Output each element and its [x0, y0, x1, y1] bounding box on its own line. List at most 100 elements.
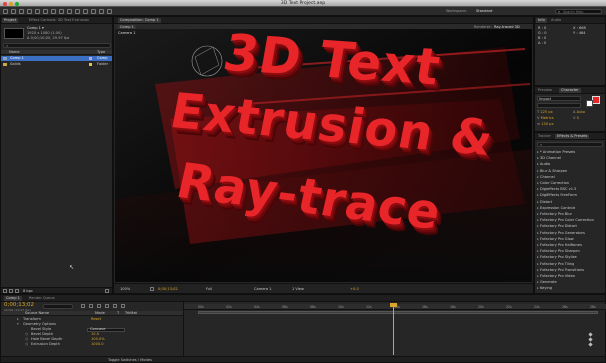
col-mode[interactable]: Mode	[95, 311, 105, 316]
font-size-value[interactable]: T 225 px	[537, 110, 553, 115]
effects-category-item[interactable]: ▸ Fxfactory Pro Color Correction	[537, 217, 594, 223]
effects-category-item[interactable]: ▸ Color Correction	[537, 180, 569, 186]
effects-category-item[interactable]: ▸ Expression Controls	[537, 205, 575, 211]
col-trkmat[interactable]: TrkMat	[125, 311, 137, 316]
tab-composition[interactable]: Composition: Comp 1	[118, 18, 161, 23]
zoom-tool-icon[interactable]	[19, 8, 24, 14]
rotate-tool-icon[interactable]	[27, 8, 32, 14]
new-folder-icon[interactable]	[9, 289, 13, 293]
pan-behind-tool-icon[interactable]	[43, 8, 48, 14]
motion-blur-icon[interactable]	[113, 304, 117, 308]
keyframe-marker[interactable]	[588, 332, 593, 337]
property-row[interactable]: ◷ Extrusion Depth 1000.0	[1, 342, 183, 347]
resolution-select[interactable]: Full	[206, 287, 212, 292]
effects-category-item[interactable]: ▸ Fxfactory Pro Video	[537, 273, 575, 279]
bit-depth-button[interactable]: 8 bpc	[23, 289, 33, 294]
new-comp-icon[interactable]	[15, 289, 19, 293]
active-camera-select[interactable]: Camera 1	[254, 287, 272, 292]
comp-flowchart-icon[interactable]	[81, 304, 85, 308]
tab-effects-presets[interactable]: Effects & Presets	[555, 134, 590, 139]
effects-category-item[interactable]: ▸ Fxfactory Pro Transitions	[537, 267, 584, 273]
keyframe-marker[interactable]	[588, 337, 593, 342]
shy-icon[interactable]	[97, 304, 101, 308]
fill-color-swatch[interactable]	[592, 96, 600, 104]
search-help-field[interactable]: ⌕ Search Help	[555, 8, 602, 14]
effects-category-item[interactable]: ▸ Blur & Sharpen	[537, 168, 567, 174]
font-style-select[interactable]	[537, 103, 581, 108]
kerning-value[interactable]: V Metrics	[537, 116, 554, 121]
roto-tool-icon[interactable]	[99, 8, 104, 14]
current-time-indicator[interactable]	[393, 303, 394, 355]
effects-category-item[interactable]: ▸ Fxfactory Pro Distort	[537, 223, 577, 229]
mask-tool-icon[interactable]	[51, 8, 56, 14]
trash-icon[interactable]	[105, 289, 109, 293]
search-icon: ⌕	[558, 9, 561, 14]
font-family-select[interactable]: Impact	[537, 96, 581, 101]
keyframe-marker[interactable]	[588, 342, 593, 347]
brush-tool-icon[interactable]	[75, 8, 80, 14]
puppet-tool-icon[interactable]	[107, 8, 112, 14]
pen-tool-icon[interactable]	[59, 8, 64, 14]
type-tool-icon[interactable]	[67, 8, 72, 14]
tab-audio[interactable]: Audio	[549, 18, 563, 23]
tab-tracker[interactable]: Tracker	[536, 134, 553, 139]
stopwatch-icon[interactable]: ◷	[25, 342, 28, 347]
effects-category-item[interactable]: ▸ Fxfactory Pro Halftones	[537, 242, 582, 248]
leading-value[interactable]: A Auto	[573, 110, 585, 115]
interpret-footage-icon[interactable]	[3, 289, 7, 293]
project-item-row[interactable]: Comp 1 Comp	[1, 56, 112, 61]
camera-tool-icon[interactable]	[35, 8, 40, 14]
eraser-tool-icon[interactable]	[91, 8, 96, 14]
stroke-width-value[interactable]: ≡ 150 px	[537, 122, 554, 127]
col-type[interactable]: Type	[97, 50, 105, 55]
effects-category-item[interactable]: ▸ Fxfactory Pro Glow	[537, 236, 574, 242]
exposure-value[interactable]: +0.0	[350, 287, 359, 292]
effects-category-item[interactable]: ▸ Channel	[537, 174, 555, 180]
col-source-name[interactable]: Source Name	[25, 311, 49, 316]
current-time-display[interactable]: 0;00;13;02	[158, 287, 178, 292]
camera-icon[interactable]	[150, 287, 154, 291]
project-search-input[interactable]: ⌕	[3, 43, 111, 48]
effects-category-item[interactable]: ▸ Fxfactory Pro Stylize	[537, 254, 577, 260]
selection-tool-icon[interactable]	[3, 8, 8, 14]
composition-viewer[interactable]: Camera 1 3D Text Extrusion & Ray-trace	[115, 29, 532, 282]
toggle-switches-modes-button[interactable]: Toggle Switches / Modes	[108, 358, 152, 363]
clone-tool-icon[interactable]	[83, 8, 88, 14]
workspace-select[interactable]: Standard	[476, 9, 492, 13]
tracking-value[interactable]: V 0	[573, 116, 579, 121]
col-t[interactable]: T	[117, 311, 119, 316]
effects-category-item[interactable]: ▸ Fxfactory Pro Tiling	[537, 261, 574, 267]
view-layout-select[interactable]: 1 View	[292, 287, 304, 292]
effects-category-item[interactable]: ▸ Keying	[537, 285, 552, 291]
effects-category-item[interactable]: ▸ Fxfactory Pro Sharpen	[537, 248, 580, 254]
tab-comp-timeline[interactable]: Comp 1	[4, 296, 22, 301]
effects-category-item[interactable]: ▸ Fxfactory Pro Blur	[537, 211, 572, 217]
effects-category-item[interactable]: ▸ Generate	[537, 279, 557, 285]
current-time-handle[interactable]	[390, 303, 397, 307]
time-graph[interactable]: 00s02s04s06s08s10s12s14s16s18s20s22s24s2…	[183, 302, 606, 356]
hand-tool-icon[interactable]	[11, 8, 16, 14]
effects-category-item[interactable]: ▸ * Animation Presets	[537, 149, 575, 155]
tab-character[interactable]: Character	[559, 88, 581, 93]
tab-effect-controls[interactable]: Effect Controls: 3D Text Extrusion	[27, 18, 91, 23]
effects-category-item[interactable]: ▸ 3D Channel	[537, 155, 561, 161]
effects-category-item[interactable]: ▸ Digieffects BSC v1.5	[537, 186, 576, 192]
magnification-select[interactable]: 100%	[120, 287, 130, 292]
effects-category-item[interactable]: ▸ Audio	[537, 161, 550, 167]
tab-render-queue[interactable]: Render Queue	[27, 296, 57, 301]
effects-category-item[interactable]: ▸ DigiEffects FreeForm	[537, 192, 577, 198]
frame-blend-icon[interactable]	[105, 304, 109, 308]
draft-3d-icon[interactable]	[89, 304, 93, 308]
tab-info[interactable]: Info	[536, 18, 547, 23]
col-name[interactable]: Name	[9, 50, 20, 55]
effects-category-item[interactable]: ▸ Distort	[537, 199, 552, 205]
effects-search-input[interactable]: ⌕	[537, 142, 603, 147]
project-item-row[interactable]: Solids Folder	[1, 62, 112, 67]
stroke-color-swatch[interactable]	[586, 100, 593, 107]
effects-category-item[interactable]: ▸ Fxfactory Pro Generators	[537, 230, 585, 236]
tab-project[interactable]: Project	[2, 18, 19, 23]
work-area-bar[interactable]	[198, 311, 598, 314]
graph-editor-icon[interactable]	[121, 304, 125, 308]
tab-preview[interactable]: Preview	[536, 88, 554, 93]
timeline-search-input[interactable]	[43, 304, 73, 309]
